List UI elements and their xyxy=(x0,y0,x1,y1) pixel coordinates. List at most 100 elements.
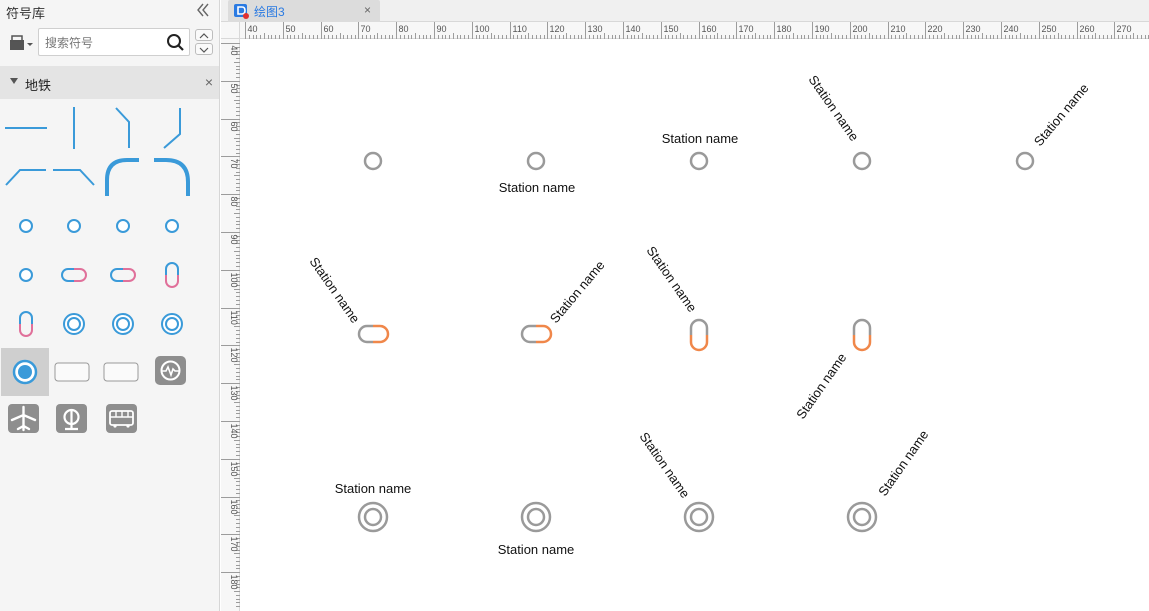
search-icon[interactable] xyxy=(166,33,185,52)
transfer-pill-horizontal-icon[interactable] xyxy=(50,251,98,299)
ruler-label: 130 xyxy=(229,386,239,401)
ruler-label: 250 xyxy=(1042,24,1057,34)
station-label[interactable]: Station name xyxy=(498,542,575,557)
ruler-label: 260 xyxy=(1080,24,1095,34)
line-curve-right-icon[interactable] xyxy=(148,152,196,200)
ruler-label: 60 xyxy=(324,24,334,34)
vertical-ruler: 40 50 60 70 80 90 100 110 120 130 140 150 160 170 180 xyxy=(221,39,240,611)
ruler-label: 140 xyxy=(626,24,641,34)
scroll-up-button[interactable] xyxy=(195,29,213,41)
metro-logo-icon[interactable] xyxy=(148,348,196,396)
rounded-rect-icon[interactable] xyxy=(50,348,98,396)
ruler-label: 180 xyxy=(777,24,792,34)
ruler-label: 40 xyxy=(248,24,258,34)
line-bend-right-icon[interactable] xyxy=(50,152,98,200)
station-label[interactable]: Station name xyxy=(335,481,412,496)
station-label[interactable]: Station name xyxy=(307,254,363,325)
station-marker[interactable] xyxy=(852,151,872,171)
interchange-station-marker[interactable] xyxy=(357,501,389,533)
station-marker[interactable] xyxy=(1015,151,1035,171)
ruler-label: 220 xyxy=(928,24,943,34)
line-horizontal-icon[interactable] xyxy=(2,104,50,152)
station-label[interactable]: Station name xyxy=(499,180,576,195)
section-title: 地铁 xyxy=(25,78,52,93)
transfer-station-marker[interactable] xyxy=(520,324,553,344)
drawing-file-icon xyxy=(233,3,249,19)
ruler-label: 170 xyxy=(229,537,239,552)
library-manager-button[interactable] xyxy=(9,35,35,51)
station-circle-icon[interactable] xyxy=(148,202,196,250)
line-curve-left-icon[interactable] xyxy=(99,152,147,200)
close-section-icon[interactable]: × xyxy=(205,74,213,90)
station-label[interactable]: Station name xyxy=(806,72,862,143)
ruler-label: 200 xyxy=(853,24,868,34)
transfer-station-marker[interactable] xyxy=(852,318,872,352)
transfer-pill-vertical-icon[interactable] xyxy=(2,300,50,348)
chevron-up-icon xyxy=(199,33,209,39)
panel-header: 符号库 xyxy=(0,0,219,22)
ruler-label: 150 xyxy=(229,462,239,477)
bus-icon[interactable] xyxy=(98,396,146,444)
ruler-label: 40 xyxy=(229,46,239,56)
line-bend-up-icon[interactable] xyxy=(148,104,196,152)
transfer-pill-vertical-icon[interactable] xyxy=(148,251,196,299)
interchange-ring-icon[interactable] xyxy=(148,300,196,348)
ruler-label: 270 xyxy=(1117,24,1132,34)
station-label[interactable]: Station name xyxy=(1031,81,1092,149)
section-header-metro[interactable]: 地铁 × xyxy=(0,66,219,99)
scroll-down-button[interactable] xyxy=(195,43,213,55)
ruler-label: 80 xyxy=(399,24,409,34)
ruler-label: 90 xyxy=(229,235,239,245)
ruler-label: 70 xyxy=(361,24,371,34)
station-circle-icon[interactable] xyxy=(50,202,98,250)
line-vertical-icon[interactable] xyxy=(50,104,98,152)
ruler-label: 180 xyxy=(229,575,239,590)
library-toolbar xyxy=(0,26,219,60)
ruler-label: 110 xyxy=(229,311,239,325)
rounded-rect-icon[interactable] xyxy=(99,348,147,396)
station-circle-icon[interactable] xyxy=(2,251,50,299)
ruler-label: 100 xyxy=(475,24,490,34)
ruler-label: 130 xyxy=(588,24,603,34)
ruler-corner xyxy=(221,22,240,39)
ruler-label: 60 xyxy=(229,122,239,132)
expand-arrow-icon[interactable] xyxy=(10,78,18,84)
line-bend-down-icon[interactable] xyxy=(99,104,147,152)
transfer-station-marker[interactable] xyxy=(357,324,390,344)
station-label[interactable]: Station name xyxy=(637,429,693,500)
transfer-station-marker[interactable] xyxy=(689,318,709,352)
station-label[interactable]: Station name xyxy=(875,427,931,498)
ruler-label: 50 xyxy=(286,24,296,34)
station-marker[interactable] xyxy=(689,151,709,171)
line-bend-left-icon[interactable] xyxy=(2,152,50,200)
ruler-label: 90 xyxy=(437,24,447,34)
interchange-ring-icon[interactable] xyxy=(50,300,98,348)
station-label[interactable]: Station name xyxy=(644,243,700,314)
ruler-label: 160 xyxy=(229,500,239,515)
station-marker[interactable] xyxy=(526,151,546,171)
station-circle-icon[interactable] xyxy=(2,202,50,250)
station-label[interactable]: Station name xyxy=(793,350,849,421)
railway-icon[interactable] xyxy=(48,396,96,444)
interchange-ring-icon[interactable] xyxy=(99,300,147,348)
tab-drawing[interactable]: 绘图3 × xyxy=(228,0,380,22)
station-marker[interactable] xyxy=(363,151,383,171)
chevron-down-icon xyxy=(199,47,209,53)
drawing-canvas[interactable]: Station name Station name Station name S… xyxy=(240,39,1149,611)
collapse-panel-icon[interactable] xyxy=(195,2,211,18)
interchange-station-marker[interactable] xyxy=(846,501,878,533)
ruler-label: 120 xyxy=(550,24,565,34)
interchange-station-marker[interactable] xyxy=(520,501,552,533)
symbol-search-input[interactable] xyxy=(45,34,160,52)
station-circle-icon[interactable] xyxy=(99,202,147,250)
station-label[interactable]: Station name xyxy=(662,131,739,146)
ruler-label: 140 xyxy=(229,424,239,439)
interchange-station-marker[interactable] xyxy=(683,501,715,533)
airport-icon[interactable] xyxy=(0,396,48,444)
close-tab-icon[interactable]: × xyxy=(364,3,371,17)
symbol-library-panel: 符号库 地铁 × xyxy=(0,0,220,611)
station-label[interactable]: Station name xyxy=(547,258,608,326)
transfer-pill-horizontal-icon[interactable] xyxy=(99,251,147,299)
interchange-ring-selected-icon[interactable] xyxy=(1,348,49,396)
horizontal-ruler: 40 50 60 70 80 90 100 110 120 130 140 150 160 170 180 1… xyxy=(240,22,1149,39)
